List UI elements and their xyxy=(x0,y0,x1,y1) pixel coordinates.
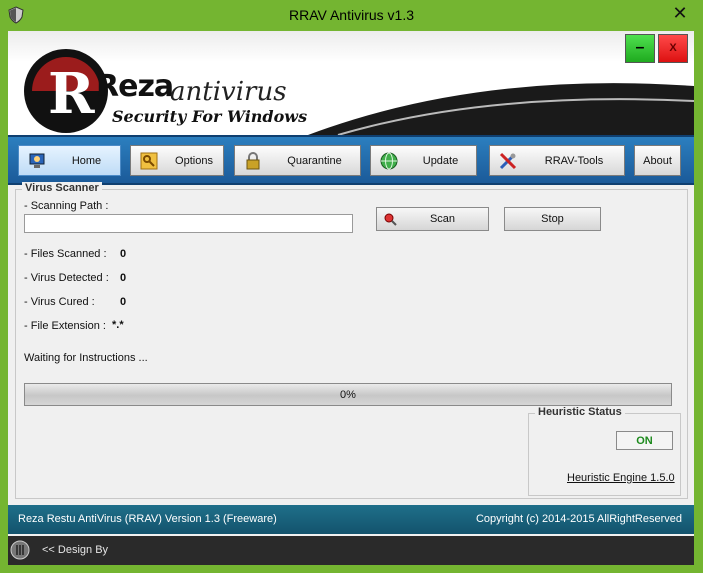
brand-subtitle: antivirus xyxy=(170,77,287,107)
stop-button[interactable]: Stop xyxy=(504,207,601,231)
files-scanned-value: 0 xyxy=(120,248,127,260)
stop-label: Stop xyxy=(541,213,564,225)
nav-update-button[interactable]: Update xyxy=(370,145,477,176)
close-button[interactable]: X xyxy=(658,34,688,63)
nav-about-button[interactable]: About xyxy=(634,145,681,176)
virus-detected-label: - Virus Detected : xyxy=(24,272,109,284)
globe-icon xyxy=(380,152,398,169)
file-extension-label: - File Extension : xyxy=(24,320,106,332)
heuristic-state-badge[interactable]: ON xyxy=(616,431,673,450)
nav-rrav-tools-button[interactable]: RRAV-Tools xyxy=(489,145,625,176)
nav-label: Home xyxy=(71,154,102,167)
scanning-path-label: - Scanning Path : xyxy=(24,200,109,212)
nav-label: About xyxy=(643,154,672,167)
lock-icon xyxy=(246,151,260,169)
window-close-icon[interactable]: ✕ xyxy=(667,2,693,24)
window-title: RRAV Antivirus v1.3 xyxy=(288,7,414,23)
brand-name: Reza xyxy=(96,69,174,104)
nav-options-button[interactable]: Options xyxy=(130,145,224,176)
status-bar: Reza Restu AntiVirus (RRAV) Version 1.3 … xyxy=(8,505,694,534)
scan-label: Scan xyxy=(429,213,456,225)
progress-text: 0% xyxy=(340,388,356,401)
monitor-user-icon xyxy=(29,153,45,168)
file-extension-value: *.* xyxy=(112,319,124,331)
nav-home-button[interactable]: Home xyxy=(18,145,121,176)
files-scanned-label: - Files Scanned : xyxy=(24,248,107,260)
heuristic-title: Heuristic Status xyxy=(535,406,625,418)
footer-bar: << Design By xyxy=(8,536,694,565)
virus-cured-label: - Virus Cured : xyxy=(24,296,95,308)
app-window: RRAV Antivirus v1.3 ✕ R Reza antivirus S… xyxy=(0,0,703,573)
nav-label: Quarantine xyxy=(287,154,342,167)
group-title: Virus Scanner xyxy=(22,182,102,194)
nav-label: Options xyxy=(175,154,213,167)
scan-progress-bar: 0% xyxy=(24,383,672,406)
nav-quarantine-button[interactable]: Quarantine xyxy=(234,145,361,176)
nav-bar: Home Options Quarantine Update RRAV-Tool… xyxy=(8,135,694,185)
title-bar[interactable]: RRAV Antivirus v1.3 ✕ xyxy=(0,0,703,31)
header-banner: R Reza antivirus Security For Windows – … xyxy=(8,31,694,135)
key-icon xyxy=(140,152,158,169)
tools-icon xyxy=(499,152,517,169)
virus-cured-value: 0 xyxy=(120,296,127,308)
client-area: R Reza antivirus Security For Windows – … xyxy=(8,31,694,565)
scanning-path-input[interactable] xyxy=(24,214,353,233)
minimize-button[interactable]: – xyxy=(625,34,655,63)
scan-button[interactable]: Scan xyxy=(376,207,489,231)
svg-text:R: R xyxy=(48,61,95,127)
virus-detected-value: 0 xyxy=(120,272,127,284)
design-by-link[interactable]: << Design By xyxy=(42,544,108,556)
scan-status-text: Waiting for Instructions ... xyxy=(24,352,148,364)
brand-tagline: Security For Windows xyxy=(112,107,308,126)
nav-label: Update xyxy=(422,154,459,167)
heuristic-engine-link[interactable]: Heuristic Engine 1.5.0 xyxy=(567,472,675,484)
scan-icon xyxy=(384,213,397,226)
copyright-text: Copyright (c) 2014-2015 AllRightReserved xyxy=(475,513,682,525)
menu-circle-icon[interactable] xyxy=(10,540,30,560)
nav-label: RRAV-Tools xyxy=(544,154,604,167)
version-text: Reza Restu AntiVirus (RRAV) Version 1.3 … xyxy=(18,513,277,525)
